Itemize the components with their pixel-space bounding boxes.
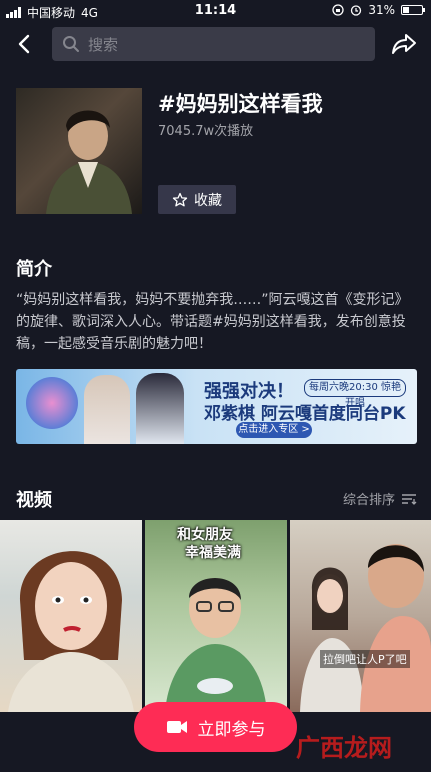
intro-heading: 简介	[16, 259, 52, 280]
alarm-icon	[351, 5, 362, 16]
sort-label: 综合排序	[342, 493, 395, 508]
thumb-art-1	[8, 551, 134, 712]
video-thumbnail[interactable]: 拉倒吧让人P了吧	[290, 520, 431, 712]
favorite-button[interactable]: 收藏	[158, 185, 236, 214]
search-placeholder: 搜索	[88, 35, 119, 54]
join-challenge-button[interactable]: 立即参与	[134, 702, 297, 752]
intro-text: “妈妈别这样看我，妈妈不要抛弃我……”阿云嘎这首《变形记》的旋律、歌词深入人心。…	[16, 292, 409, 352]
star-icon	[172, 192, 188, 206]
sort-icon	[402, 493, 417, 505]
banner-enter-button[interactable]: 点击进入专区 >	[236, 422, 312, 438]
search-input[interactable]: 搜索	[52, 27, 375, 61]
sort-dropdown[interactable]: 综合排序	[343, 489, 417, 508]
share-icon[interactable]	[391, 32, 417, 56]
top-bar: 搜索	[0, 24, 431, 66]
cover-portrait-art	[46, 110, 132, 214]
thumb-art-3	[300, 544, 431, 712]
join-label: 立即参与	[197, 719, 266, 740]
battery-percent: 31%	[368, 3, 395, 17]
watermark-logo: 广西龙网	[296, 734, 392, 762]
topic-title: #妈妈别这样看我	[158, 92, 323, 116]
video-thumbnail[interactable]	[0, 520, 142, 712]
banner-person-left	[84, 375, 130, 444]
status-bar: 中国移动 4G 11:14 31%	[0, 0, 431, 22]
show-logo	[26, 377, 78, 429]
video-caption-line-2: 幸福美满	[185, 545, 241, 561]
back-arrow-icon[interactable]	[14, 33, 36, 55]
promo-banner[interactable]: 强强对决！ 每周六晚20:30 惊艳开唱 邓紫棋 阿云嘎首度同台PK 点击进入专…	[16, 369, 417, 444]
video-caption-line-1: 和女朋友	[177, 527, 233, 543]
favorite-label: 收藏	[194, 192, 222, 209]
banner-title-2: 邓紫棋 阿云嘎首度同台PK	[204, 404, 406, 424]
video-thumbnail[interactable]: 和女朋友 幸福美满	[145, 520, 287, 712]
video-caption: 拉倒吧让人P了吧	[320, 650, 410, 668]
video-camera-icon	[166, 721, 187, 733]
play-count: 7045.7w次播放	[158, 124, 254, 139]
banner-schedule-badge: 每周六晚20:30 惊艳开唱	[304, 379, 406, 409]
search-icon	[63, 36, 79, 52]
videos-heading: 视频	[16, 490, 52, 511]
topic-cover-image	[16, 88, 142, 214]
battery-icon	[401, 5, 425, 15]
banner-person-right	[136, 373, 184, 444]
status-right: 31%	[332, 3, 425, 17]
video-grid: 和女朋友 幸福美满 拉倒吧让人P了吧	[0, 520, 431, 712]
rotation-lock-icon	[332, 4, 344, 16]
